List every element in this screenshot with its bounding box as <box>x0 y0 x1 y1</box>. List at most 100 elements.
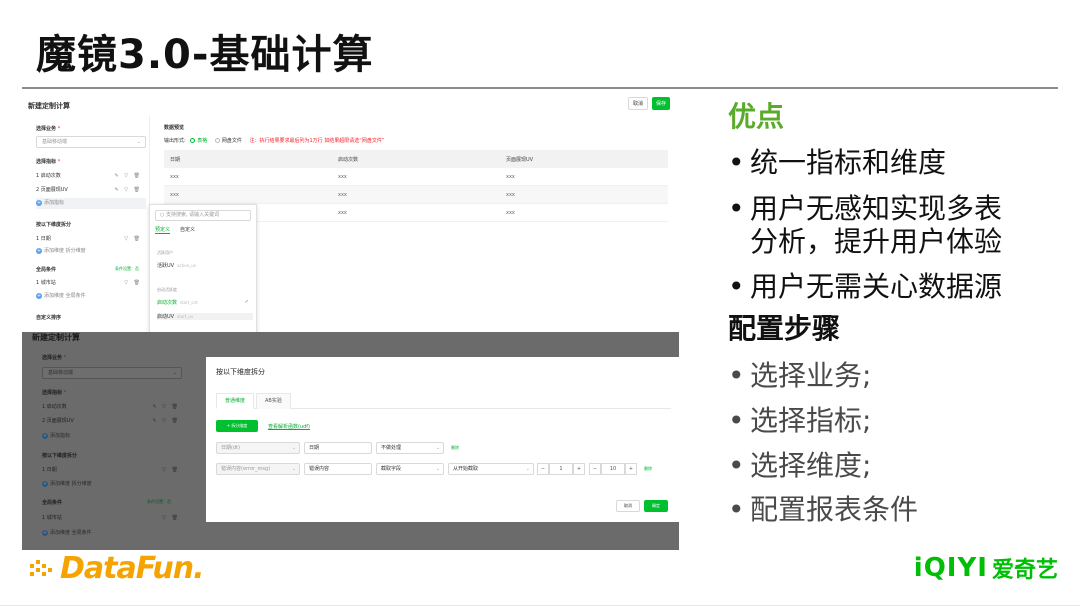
business-label: 选择业务 * <box>42 355 67 361</box>
dropdown-option-selected[interactable]: 启动次数 start_cnt ✓ <box>157 299 253 306</box>
tab-predefined[interactable]: 预定义 <box>155 226 171 234</box>
dropdown-section: 活跃用户 <box>157 250 173 255</box>
global-condition-label: 全局条件 <box>42 500 63 506</box>
dropdown-section: 启动活跃度 <box>157 287 177 292</box>
check-icon: ✓ <box>244 299 249 305</box>
dropdown-search-input[interactable]: ○ 支持搜索, 请输入关键词 <box>155 210 251 221</box>
plus-icon: + <box>36 293 42 299</box>
tab-custom[interactable]: 自定义 <box>180 226 195 234</box>
metric-item[interactable]: 2 页面展现UV ✎ ▽ 🗑 <box>36 185 146 196</box>
radio-file[interactable] <box>214 138 220 143</box>
dimension-name-input[interactable]: 日期 <box>304 442 372 454</box>
chevron-down-icon: ⌄ <box>136 139 141 145</box>
dropdown-tabs: 预定义 自定义 <box>155 226 195 234</box>
dimension-item[interactable]: 1 日期 ▽ 🗑 <box>36 234 146 245</box>
title-divider <box>22 87 1058 89</box>
metric-item[interactable]: 1 启动次数 ✎ ▽ 🗑 <box>36 171 146 182</box>
plus-icon: + <box>36 200 42 206</box>
increment-button[interactable]: + <box>625 463 637 475</box>
datafun-mark-icon <box>30 560 52 576</box>
radio-table[interactable] <box>190 138 196 143</box>
condition-setting-link[interactable]: 条件设置：否 <box>147 499 171 505</box>
dimension-label: 按以下维度拆分 <box>42 453 78 459</box>
metrics-label: 选择指标 * <box>36 159 61 165</box>
plus-icon: + <box>42 530 48 536</box>
add-dimension-button[interactable]: + 添加维度 拆分维度 <box>36 247 86 254</box>
filter-delete-icons[interactable]: ▽ 🗑 <box>124 234 142 245</box>
modal-title: 按以下维度拆分 <box>216 368 265 376</box>
dimension-field-select[interactable]: 日期(dt) ⌄ <box>216 442 300 454</box>
chevron-down-icon: ⌄ <box>435 466 440 472</box>
pros-item: • 统一指标和维度 <box>728 146 947 179</box>
truncate-mode-select[interactable]: 从开始截取 ⌄ <box>448 463 534 475</box>
delete-row-link[interactable]: 删除 <box>451 445 459 451</box>
chevron-down-icon: ⌄ <box>525 466 530 472</box>
dimension-item[interactable]: 1 日期 ▽ 🗑 <box>42 465 182 476</box>
filter-delete-icons[interactable]: ▽ 🗑 <box>162 465 180 476</box>
footer-divider <box>0 605 1080 606</box>
global-condition-label: 全局条件 <box>36 267 57 273</box>
modal-tabs: 普通维度 AB实验 <box>216 393 671 409</box>
edit-filter-delete-icons[interactable]: ✎ ▽ 🗑 <box>114 185 142 196</box>
decrement-button[interactable]: − <box>537 463 549 475</box>
plus-icon: + <box>42 481 48 487</box>
table-header: 日期 启动次数 页面展现UV <box>164 150 668 168</box>
edit-filter-delete-icons[interactable]: ✎ ▽ 🗑 <box>152 402 180 413</box>
page-title: 新建定制计算 <box>28 102 70 110</box>
metric-item[interactable]: 2 页面展现UV ✎ ▽ 🗑 <box>42 416 182 427</box>
modal-cancel-button[interactable]: 取消 <box>616 500 640 512</box>
step-item: • 配置报表条件 <box>728 493 919 526</box>
edit-filter-delete-icons[interactable]: ✎ ▽ 🗑 <box>114 171 142 182</box>
chevron-down-icon: ⌄ <box>172 370 177 376</box>
modal-confirm-button[interactable]: 确定 <box>644 500 668 512</box>
cancel-button[interactable]: 取消 <box>628 97 648 110</box>
increment-button[interactable]: + <box>573 463 585 475</box>
business-label: 选择业务 * <box>36 126 61 132</box>
dimension-field-select[interactable]: 错误内容(error_msg) ⌄ <box>216 463 300 475</box>
add-split-dimension-button[interactable]: + 拆分维度 <box>216 420 258 432</box>
tab-normal-dimension[interactable]: 普通维度 <box>216 393 255 409</box>
dimension-name-input[interactable]: 错误内容 <box>304 463 372 475</box>
iqiyi-logo: iQIYI 爱奇艺 <box>913 553 1058 583</box>
slide-title: 魔镜3.0-基础计算 <box>36 32 374 78</box>
tab-ab-test[interactable]: AB实验 <box>256 393 291 409</box>
chevron-down-icon: ⌄ <box>291 466 296 472</box>
output-format-row: 输出形式: 表格 网盘文件 注：执行结果要求最后列为1万行 如结果超限请选“网盘… <box>164 138 385 144</box>
condition-setting-link[interactable]: 条件设置：否 <box>115 266 139 272</box>
process-select[interactable]: 截取字段 ⌄ <box>376 463 444 475</box>
metric-item[interactable]: 1 启动次数 ✎ ▽ 🗑 <box>42 402 182 413</box>
filter-delete-icons[interactable]: ▽ 🗑 <box>124 278 142 289</box>
dropdown-option[interactable]: 启动UV start_uv <box>157 313 253 320</box>
global-condition-item[interactable]: 1 城市站 ▽ 🗑 <box>42 513 182 524</box>
end-index-input[interactable]: 10 <box>601 463 625 475</box>
save-button[interactable]: 保存 <box>652 97 670 110</box>
add-metric-button[interactable]: + 添加指标 <box>36 198 146 209</box>
add-global-condition-button[interactable]: + 添加维度 全局条件 <box>36 292 86 299</box>
business-select[interactable]: 基础移动端 ⌄ <box>42 367 182 379</box>
pros-heading: 优点 <box>728 100 785 133</box>
add-dimension-button[interactable]: + 添加维度 拆分维度 <box>42 480 92 487</box>
step-item: • 选择维度; <box>728 449 872 482</box>
delete-row-link[interactable]: 删除 <box>644 466 652 472</box>
steps-heading: 配置步骤 <box>728 312 841 345</box>
table-row: xxxxxxxxx <box>164 168 668 186</box>
process-select[interactable]: 不做处理 ⌄ <box>376 442 444 454</box>
edit-filter-delete-icons[interactable]: ✎ ▽ 🗑 <box>152 416 180 427</box>
business-select[interactable]: 基础移动端 ⌄ <box>36 136 146 148</box>
udf-help-link[interactable]: 查看解析函数(udf) <box>268 423 310 430</box>
datafun-logo: DataFun. <box>28 550 204 586</box>
step-item: • 选择指标; <box>728 404 872 437</box>
add-metric-button[interactable]: + 添加指标 <box>42 432 70 439</box>
split-dimension-modal: 按以下维度拆分 普通维度 AB实验 + 拆分维度 查看解析函数(udf) 日期(… <box>206 357 679 522</box>
add-global-condition-button[interactable]: + 添加维度 全局条件 <box>42 529 92 536</box>
global-condition-item[interactable]: 1 城市站 ▽ 🗑 <box>36 278 146 289</box>
dimension-label: 按以下维度拆分 <box>36 222 72 228</box>
plus-icon: + <box>36 248 42 254</box>
data-preview-title: 数据预览 <box>164 125 185 131</box>
start-index-input[interactable]: 1 <box>549 463 573 475</box>
chevron-down-icon: ⌄ <box>435 445 440 451</box>
dropdown-option[interactable]: 活跃UV active_uv <box>157 262 253 269</box>
filter-delete-icons[interactable]: ▽ 🗑 <box>162 513 180 524</box>
top-screenshot: 新建定制计算 取消 保存 选择业务 * 基础移动端 ⌄ 选择指标 * 1 启动次数… <box>22 92 677 332</box>
decrement-button[interactable]: − <box>589 463 601 475</box>
